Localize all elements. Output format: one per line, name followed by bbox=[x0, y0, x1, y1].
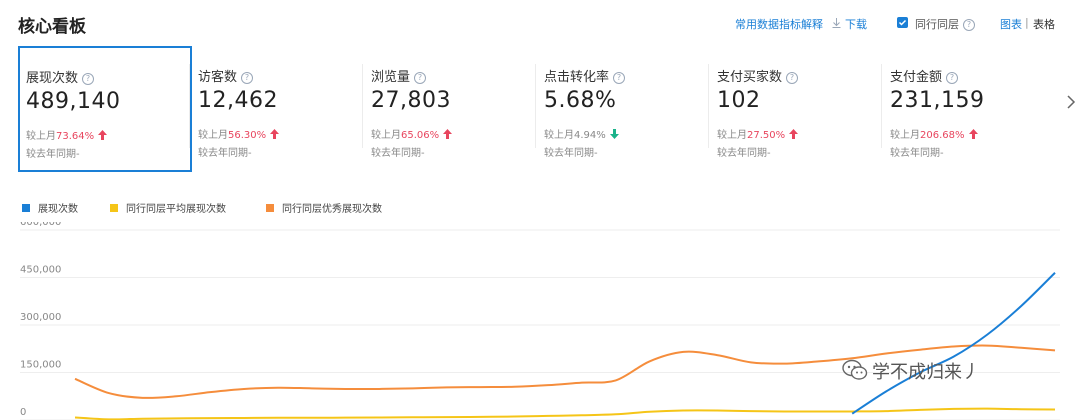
metric-card[interactable]: 展现次数? 489,140 较上月73.64% 较去年同期- bbox=[18, 46, 192, 172]
help-icon[interactable]: ? bbox=[786, 72, 799, 84]
metric-label: 点击转化率? bbox=[544, 66, 696, 85]
help-icon[interactable]: ? bbox=[241, 72, 254, 84]
card-divider bbox=[708, 64, 709, 148]
view-separator: | bbox=[1025, 16, 1029, 29]
arrow-up-icon bbox=[789, 129, 799, 142]
view-chart-tab[interactable]: 图表 bbox=[1000, 16, 1022, 32]
arrow-up-icon bbox=[270, 129, 280, 142]
peer-label: 同行同层? bbox=[915, 16, 975, 32]
arrow-up-icon bbox=[98, 130, 108, 143]
legend-swatch bbox=[110, 204, 118, 212]
legend-swatch bbox=[22, 204, 30, 212]
arrow-up-icon bbox=[968, 129, 978, 142]
help-icon[interactable]: ? bbox=[946, 72, 959, 84]
metric-value: 12,462 bbox=[198, 88, 278, 113]
metric-card[interactable]: 支付金额? 231,159 较上月206.68% 较去年同期- bbox=[882, 46, 1042, 172]
arrow-down-icon bbox=[609, 129, 619, 142]
metric-mom: 较上月206.68% bbox=[890, 126, 1042, 142]
metric-value: 5.68% bbox=[544, 88, 617, 113]
y-tick-label: 0 bbox=[20, 407, 26, 418]
metric-value: 231,159 bbox=[890, 88, 985, 113]
help-icon[interactable]: ? bbox=[414, 72, 427, 84]
metric-card[interactable]: 支付买家数? 102 较上月27.50% 较去年同期- bbox=[709, 46, 869, 172]
legend-item[interactable]: 同行同层平均展现次数 bbox=[110, 200, 226, 215]
metric-label: 浏览量? bbox=[371, 66, 523, 85]
wechat-icon bbox=[842, 359, 868, 386]
trend-chart: 600,000 450,000 300,000 150,000 0 bbox=[20, 222, 1060, 420]
download-label: 下载 bbox=[845, 18, 867, 31]
series-line[interactable] bbox=[851, 272, 1056, 415]
metric-mom: 较上月65.06% bbox=[371, 126, 523, 142]
mom-percent: 65.06% bbox=[401, 130, 440, 141]
card-divider bbox=[881, 64, 882, 148]
metric-mom: 较上月73.64% bbox=[26, 127, 190, 143]
help-icon[interactable]: ? bbox=[613, 72, 626, 84]
metric-value: 102 bbox=[717, 88, 761, 113]
card-divider bbox=[189, 64, 190, 148]
metric-value: 27,803 bbox=[371, 88, 451, 113]
y-tick-label: 450,000 bbox=[20, 265, 61, 276]
peer-checkbox[interactable] bbox=[897, 17, 908, 28]
mom-percent: 56.30% bbox=[228, 130, 267, 141]
y-tick-label: 300,000 bbox=[20, 312, 61, 323]
legend-item[interactable]: 同行同层优秀展现次数 bbox=[266, 200, 382, 215]
arrow-up-icon bbox=[443, 129, 453, 142]
metric-value: 489,140 bbox=[26, 89, 121, 114]
mom-percent: 4.94% bbox=[574, 130, 606, 141]
mom-percent: 206.68% bbox=[920, 130, 965, 141]
metric-card[interactable]: 访客数? 12,462 较上月56.30% 较去年同期- bbox=[190, 46, 350, 172]
mom-percent: 27.50% bbox=[747, 130, 786, 141]
metric-mom: 较上月27.50% bbox=[717, 126, 869, 142]
metric-label: 支付金额? bbox=[890, 66, 1042, 85]
legend-item[interactable]: 展现次数 bbox=[22, 200, 78, 215]
metric-card[interactable]: 点击转化率? 5.68% 较上月4.94% 较去年同期- bbox=[536, 46, 696, 172]
header: 核心看板 常用数据指标解释 下载 同行同层? 图表 | 表格 bbox=[0, 0, 1080, 48]
watermark: 学不成归来丿 bbox=[842, 358, 980, 386]
help-icon[interactable]: ? bbox=[82, 73, 95, 85]
metric-label: 访客数? bbox=[198, 66, 350, 85]
download-button[interactable]: 下载 bbox=[832, 16, 867, 32]
series-line[interactable] bbox=[74, 407, 1056, 420]
metric-mom: 较上月56.30% bbox=[198, 126, 350, 142]
watermark-text: 学不成归来丿 bbox=[872, 362, 980, 383]
metric-label: 支付买家数? bbox=[717, 66, 869, 85]
card-divider bbox=[535, 64, 536, 148]
download-icon bbox=[832, 18, 841, 31]
legend-swatch bbox=[266, 204, 274, 212]
metric-label: 展现次数? bbox=[26, 67, 190, 86]
y-tick-label: 150,000 bbox=[20, 360, 61, 371]
page-title: 核心看板 bbox=[18, 17, 86, 37]
metric-cards: 展现次数? 489,140 较上月73.64% 较去年同期- 访客数? 12,462 较上月… bbox=[18, 46, 1068, 172]
next-arrow-icon[interactable] bbox=[1064, 92, 1078, 112]
metric-yoy: 较去年同期- bbox=[890, 148, 944, 159]
metric-yoy: 较去年同期- bbox=[198, 148, 252, 159]
metric-yoy: 较去年同期- bbox=[544, 148, 598, 159]
metric-mom: 较上月4.94% bbox=[544, 126, 696, 142]
metric-yoy: 较去年同期- bbox=[371, 148, 425, 159]
metrics-explain-link[interactable]: 常用数据指标解释 bbox=[735, 16, 823, 32]
help-icon[interactable]: ? bbox=[963, 19, 975, 31]
view-table-tab[interactable]: 表格 bbox=[1033, 16, 1055, 32]
metric-card[interactable]: 浏览量? 27,803 较上月65.06% 较去年同期- bbox=[363, 46, 523, 172]
y-tick-label: 600,000 bbox=[20, 222, 61, 228]
card-divider bbox=[362, 64, 363, 148]
metric-yoy: 较去年同期- bbox=[717, 148, 771, 159]
mom-percent: 73.64% bbox=[56, 131, 95, 142]
metric-yoy: 较去年同期- bbox=[26, 149, 80, 160]
